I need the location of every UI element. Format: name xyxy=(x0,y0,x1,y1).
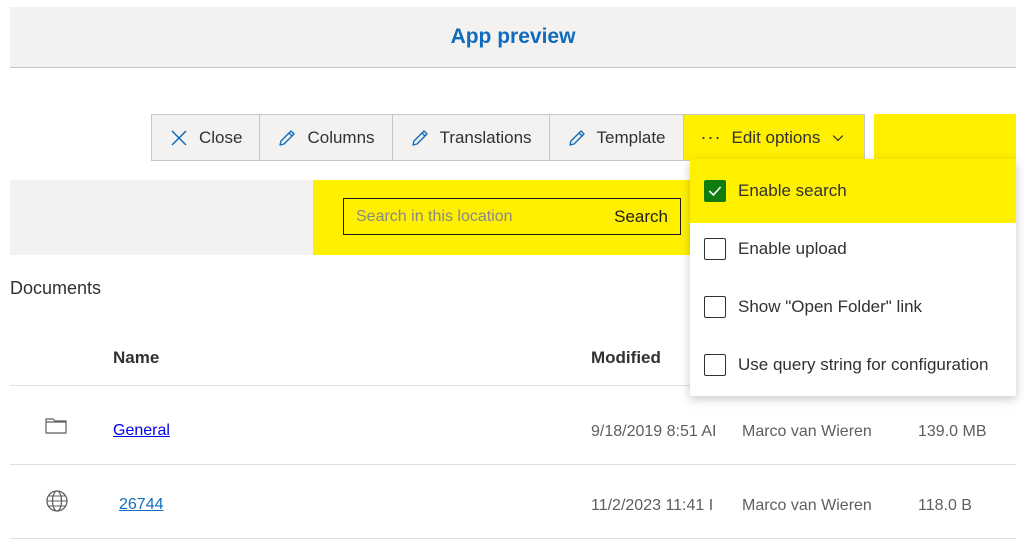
translations-label: Translations xyxy=(439,127,532,147)
menu-item-label: Show "Open Folder" link xyxy=(738,297,923,316)
globe-icon xyxy=(46,490,68,512)
checkmark-icon xyxy=(708,186,722,197)
table-row-size: 118.0 B xyxy=(918,497,972,514)
column-header-name[interactable]: Name xyxy=(113,348,159,368)
highlight-band xyxy=(874,114,1016,159)
table-row-name-link[interactable]: 26744 xyxy=(119,496,164,514)
menu-item-show-open-folder[interactable]: Show "Open Folder" link xyxy=(690,278,1016,336)
table-row-modified: 11/2/2023 11:41 I xyxy=(591,497,714,514)
column-header-modified[interactable]: Modified xyxy=(591,348,661,368)
documents-title: Documents xyxy=(10,278,102,298)
menu-item-query-string[interactable]: Use query string for configuration xyxy=(690,336,1016,394)
table-row-modified-by: Marco van Wieren xyxy=(742,497,872,514)
search-placeholder: Search in this location xyxy=(356,207,513,225)
menu-item-enable-search[interactable]: Enable search xyxy=(690,159,1016,223)
close-button[interactable]: Close xyxy=(152,115,261,160)
translations-button[interactable]: Translations xyxy=(393,115,550,160)
pencil-icon xyxy=(568,129,585,146)
columns-button[interactable]: Columns xyxy=(260,115,393,160)
table-row-modified-by: Marco van Wieren xyxy=(742,423,872,440)
menu-item-label: Use query string for configuration xyxy=(738,355,989,374)
edit-options-label: Edit options xyxy=(731,127,821,147)
command-toolbar: Close Columns Translations Template ··· … xyxy=(151,114,866,161)
chevron-down-icon xyxy=(833,134,844,141)
edit-options-menu: Enable search Enable upload Show "Open F… xyxy=(690,159,1016,396)
close-icon xyxy=(171,129,187,146)
template-label: Template xyxy=(596,127,666,147)
more-icon: ··· xyxy=(700,127,722,147)
checkbox[interactable] xyxy=(704,296,726,318)
menu-item-enable-upload[interactable]: Enable upload xyxy=(690,220,1016,278)
search-button[interactable]: Search xyxy=(614,207,668,227)
pencil-icon xyxy=(279,129,296,146)
close-label: Close xyxy=(199,127,243,147)
search-input[interactable]: Search in this location Search xyxy=(343,198,681,235)
table-row-name-link[interactable]: General xyxy=(113,422,170,440)
table-row-size: 139.0 MB xyxy=(918,423,987,440)
checkbox-checked[interactable] xyxy=(704,180,726,202)
checkbox[interactable] xyxy=(704,354,726,376)
folder-icon xyxy=(45,418,67,434)
table-row-modified: 9/18/2019 8:51 AI xyxy=(591,423,717,440)
app-preview-header: App preview xyxy=(10,7,1016,68)
row-divider xyxy=(10,538,1016,539)
row-divider xyxy=(10,464,1016,465)
menu-item-label: Enable search xyxy=(738,181,847,200)
template-button[interactable]: Template xyxy=(550,115,684,160)
menu-item-label: Enable upload xyxy=(738,239,847,258)
columns-label: Columns xyxy=(307,127,375,147)
checkbox[interactable] xyxy=(704,238,726,260)
pencil-icon xyxy=(411,129,428,146)
page-title: App preview xyxy=(450,25,576,48)
edit-options-button[interactable]: ··· Edit options xyxy=(683,115,865,160)
